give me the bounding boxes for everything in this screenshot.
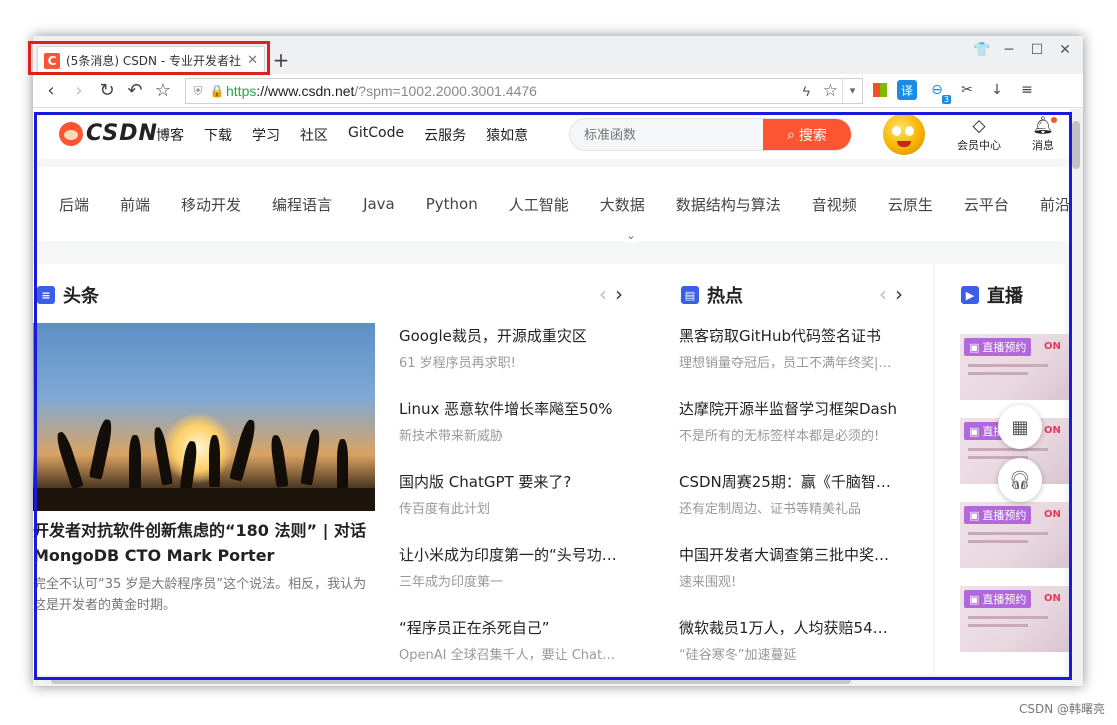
content-highlight-box xyxy=(34,112,1072,680)
screenshot-badge: 3 xyxy=(941,95,951,104)
apps-icon[interactable] xyxy=(873,83,887,97)
maximize-icon[interactable]: ☐ xyxy=(1029,42,1045,58)
address-bar: ‹ › ↻ ↶ ☆ ⛨ 🔒 https://www.csdn.net/?spm=… xyxy=(33,74,1083,108)
shield-icon[interactable]: ⛨ xyxy=(188,84,208,99)
back-icon[interactable]: ‹ xyxy=(37,80,65,101)
download-icon[interactable]: ↓ xyxy=(987,80,1007,100)
url-input[interactable]: ⛨ 🔒 https://www.csdn.net/?spm=1002.2000.… xyxy=(185,78,863,104)
window-controls: 👕 ─ ☐ ✕ xyxy=(973,42,1073,58)
browser-toolbar: 译 ⊖ 3 ✂ ↓ ≡ xyxy=(873,80,1037,104)
tab-highlight-box xyxy=(28,41,270,75)
menu-icon[interactable]: ≡ xyxy=(1017,80,1037,100)
close-window-icon[interactable]: ✕ xyxy=(1057,42,1073,58)
minimize-icon[interactable]: ─ xyxy=(1001,42,1017,58)
bookmark-star-icon[interactable]: ☆ xyxy=(823,81,838,101)
screenshot-icon[interactable]: ⊖ 3 xyxy=(927,80,951,104)
url-dropdown-icon[interactable]: ▾ xyxy=(842,79,862,103)
forward-icon[interactable]: › xyxy=(65,80,93,101)
translate-icon[interactable]: 译 xyxy=(897,80,917,100)
reload-icon[interactable]: ↻ xyxy=(93,80,121,101)
scissors-icon[interactable]: ✂ xyxy=(957,80,977,100)
skin-icon[interactable]: 👕 xyxy=(973,42,990,58)
scroll-thumb[interactable] xyxy=(1072,121,1080,169)
url-protocol: https xyxy=(226,83,257,99)
undo-icon[interactable]: ↶ xyxy=(121,80,149,101)
new-tab-button[interactable]: + xyxy=(271,48,291,72)
url-host: ://www.csdn.net xyxy=(256,83,355,99)
speed-mode-icon[interactable]: ϟ xyxy=(803,83,810,99)
url-path: /?spm=1002.2000.3001.4476 xyxy=(354,83,537,99)
favorite-icon[interactable]: ☆ xyxy=(149,80,177,101)
watermark: CSDN @韩曙亮 xyxy=(1018,702,1105,716)
lock-icon[interactable]: 🔒 xyxy=(208,84,226,98)
